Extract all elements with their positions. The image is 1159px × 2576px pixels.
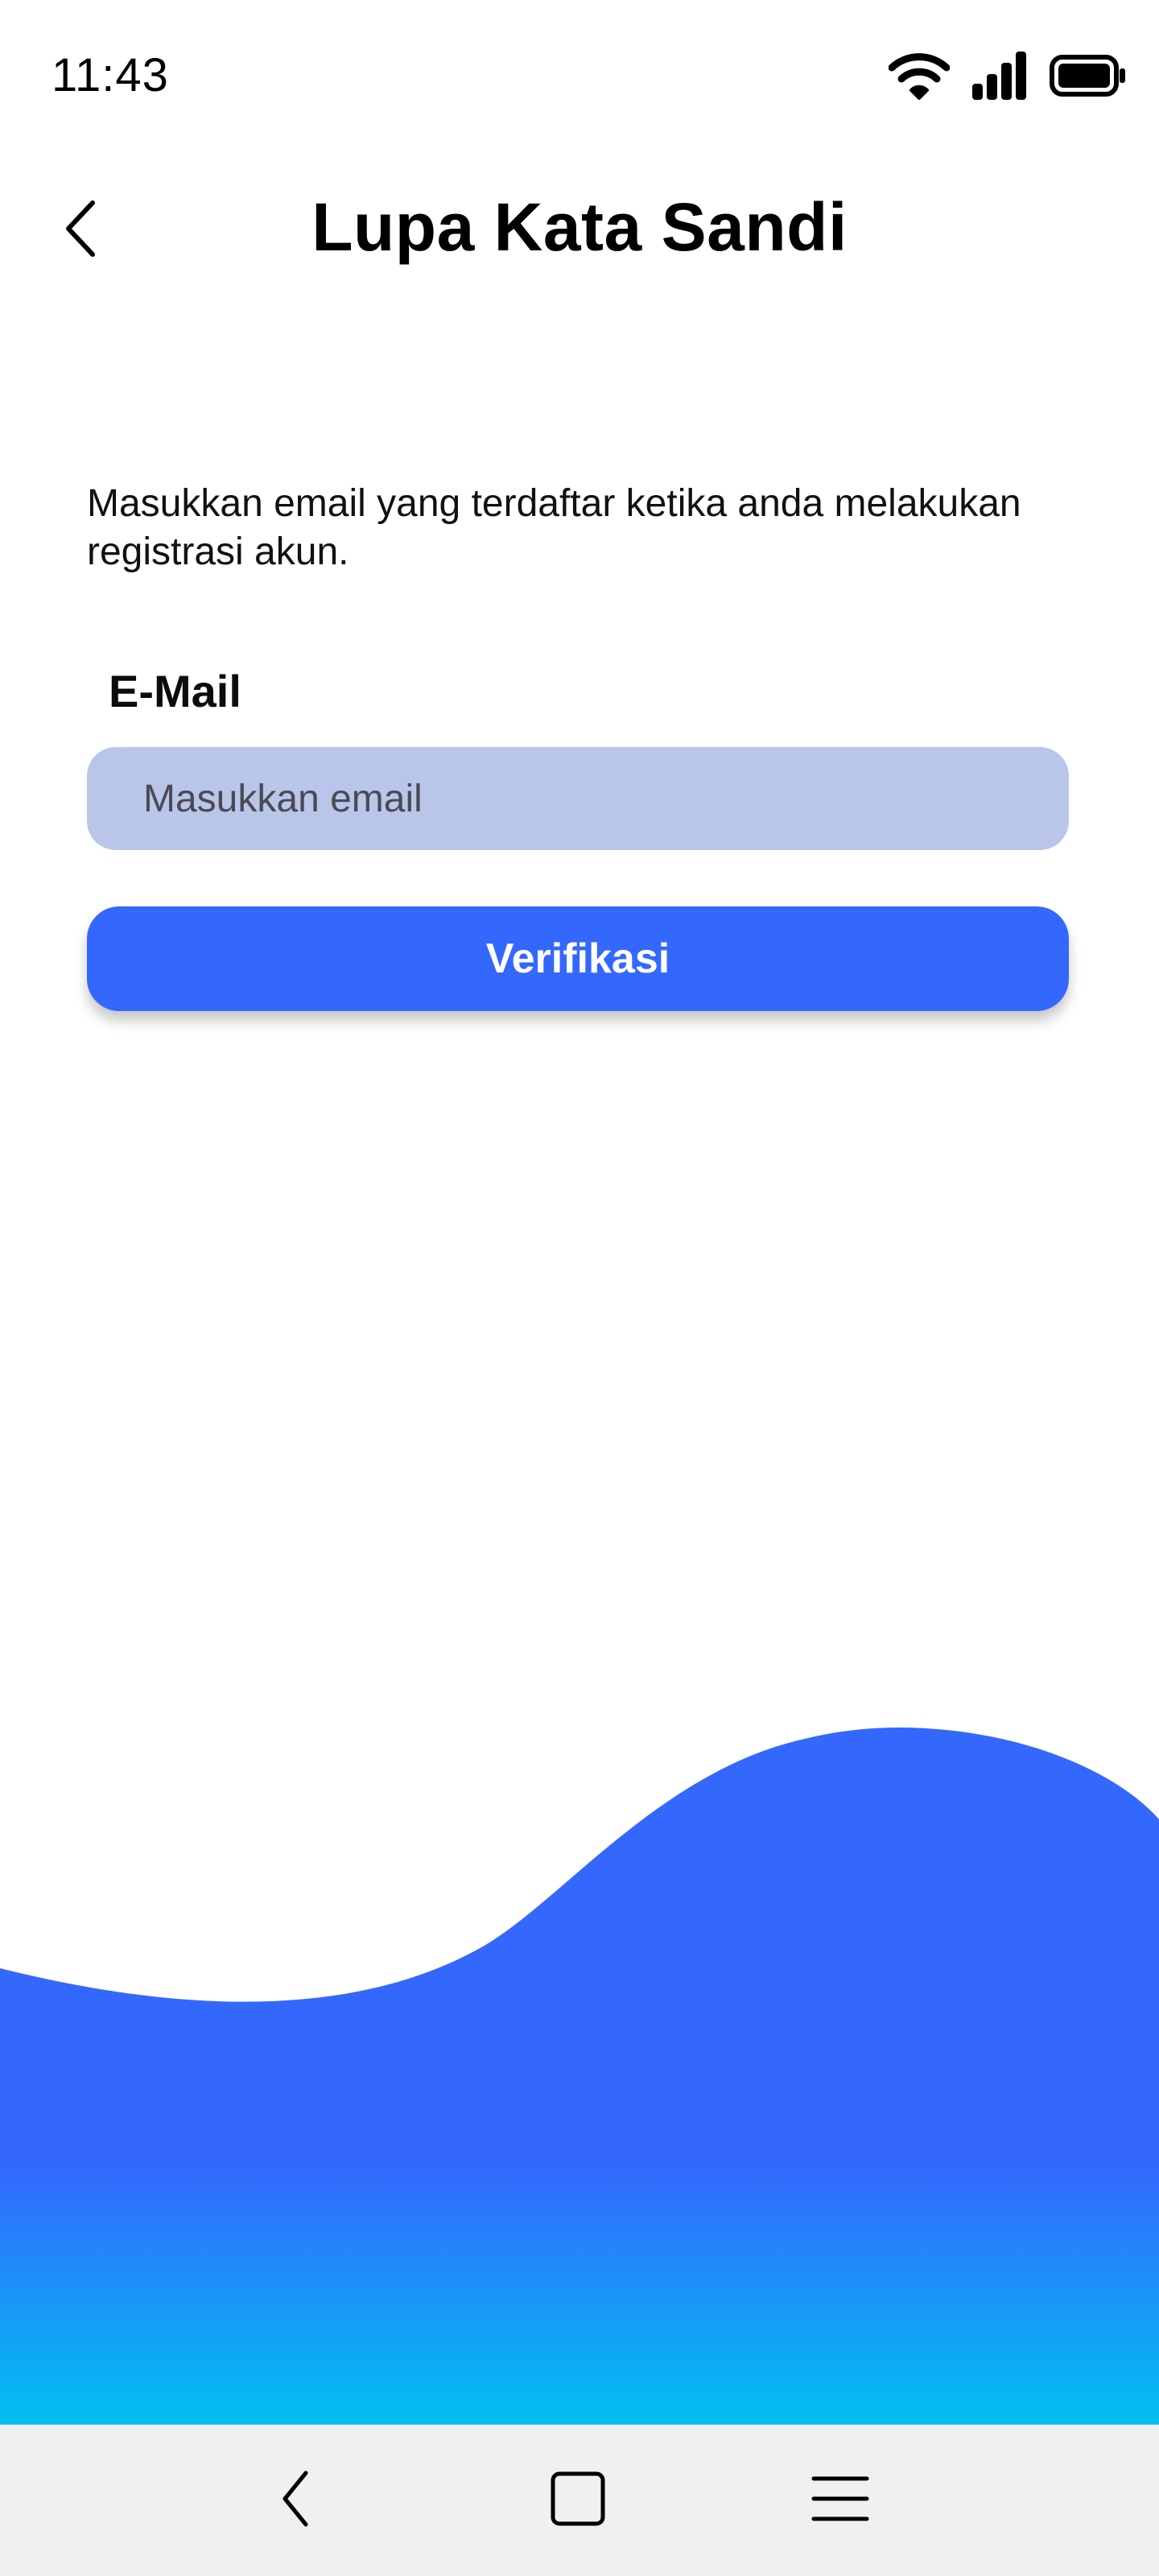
back-icon [278, 2470, 314, 2532]
email-label: E-Mail [109, 666, 241, 716]
nav-home-button[interactable] [538, 2460, 618, 2541]
email-input[interactable] [87, 747, 1069, 850]
signal-icon [971, 50, 1029, 105]
status-bar: 11:43 [0, 0, 1159, 153]
home-icon [549, 2470, 607, 2532]
header: Lupa Kata Sandi [0, 161, 1159, 298]
instruction-text: Masukkan email yang terdaftar ketika and… [87, 482, 1021, 573]
page-title: Lupa Kata Sandi [311, 189, 848, 265]
status-icons [888, 45, 1127, 109]
wave-decoration [0, 1728, 1159, 2431]
status-time: 11:43 [52, 49, 169, 101]
battery-icon [1050, 53, 1127, 102]
wifi-icon [888, 50, 951, 105]
nav-menu-button[interactable] [800, 2460, 881, 2541]
forgot-password-screen: 11:43 Lupa Kata Sandi Masukkan email yan… [0, 0, 1159, 2576]
navigation-bar [0, 2425, 1159, 2576]
nav-back-button[interactable] [256, 2460, 336, 2541]
verify-button[interactable]: Verifikasi [87, 906, 1069, 1011]
menu-icon [811, 2474, 869, 2528]
